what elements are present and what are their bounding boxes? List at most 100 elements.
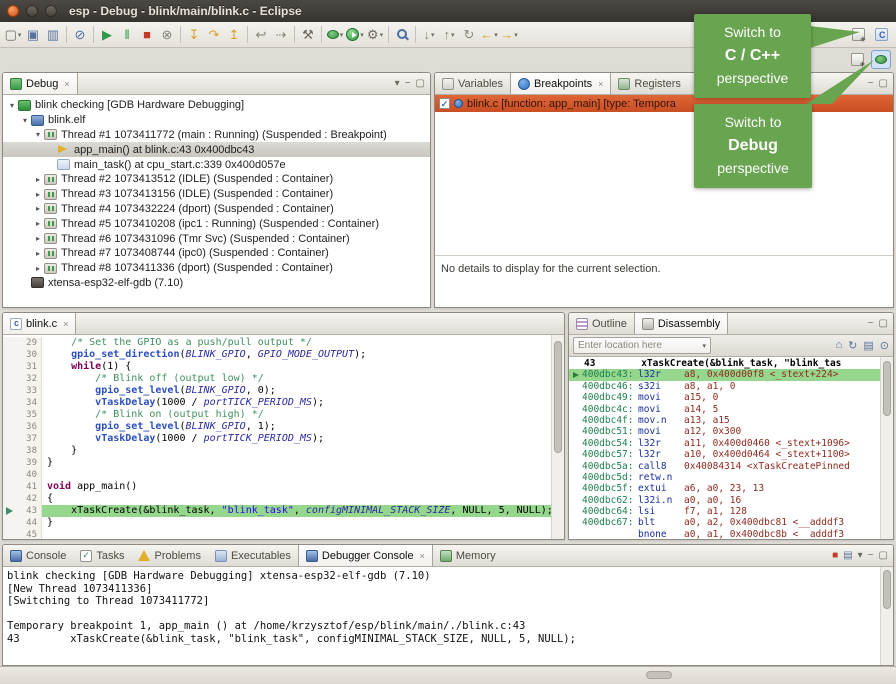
disassembly-line[interactable]: 400dbc46:s32ia8, a1, 0 [569,381,880,392]
disassembly-source-line[interactable]: 43 xTaskCreate(&blink_task, "blink_tas [569,358,880,369]
editor-annotation-margin[interactable] [3,337,16,349]
editor-vertical-scrollbar[interactable] [551,335,564,539]
disassembly-line[interactable]: 400dbc49:movia15, 0 [569,392,880,403]
debug-tree-item[interactable]: ▾blink checking [GDB Hardware Debugging] [3,98,430,113]
maximize-icon[interactable]: ▢ [416,79,425,89]
editor-annotation-margin[interactable] [3,433,16,445]
view-menu-icon[interactable]: ▾ [395,79,400,89]
dropdown-arrow-icon[interactable]: ▾ [380,31,384,39]
code-line[interactable]: 39} [3,457,551,469]
debug-tree-item[interactable]: ▸Thread #8 1073411336 (dport) (Suspended… [3,261,430,276]
tab-debug[interactable]: Debug× [3,73,78,94]
tab-tasks[interactable]: Tasks [73,545,131,566]
debug-tree-item[interactable]: ▾blink.elf [3,113,430,128]
display-selected-console-icon[interactable]: ▾ [858,551,863,561]
disassembly-line[interactable]: 400dbc43:l32ra8, 0x400d00f8 <_stext+224> [569,369,880,380]
dropdown-arrow-icon[interactable]: ▾ [18,31,22,39]
editor-annotation-margin[interactable] [3,445,16,457]
debug-tree-item[interactable]: ▸Thread #2 1073413512 (IDLE) (Suspended … [3,172,430,187]
debug-tree-item[interactable]: ▸Thread #5 1073410208 (ipc1 : Running) (… [3,216,430,231]
debug-tree-item[interactable]: main_task() at cpu_start.c:339 0x400d057… [3,157,430,172]
tab-problems[interactable]: Problems [131,545,207,566]
breakpoint-checkbox[interactable]: ✓ [439,98,450,109]
debug-tree-item[interactable]: ▸Thread #3 1073413156 (IDLE) (Suspended … [3,187,430,202]
disassembly-line[interactable]: 400dbc57:l32ra10, 0x400d0464 <_stext+110… [569,449,880,460]
debug-tree-item[interactable]: xtensa-esp32-elf-gdb (7.10) [3,276,430,291]
horizontal-scrollbar-thumb[interactable] [646,671,672,679]
code-line[interactable]: 40 [3,469,551,481]
tree-collapsed-arrow-icon[interactable]: ▸ [32,249,44,258]
save-all-button[interactable]: ▥ [43,24,63,46]
editor-annotation-margin[interactable] [3,505,16,517]
tree-expanded-arrow-icon[interactable]: ▾ [19,116,31,125]
editor-annotation-margin[interactable] [3,457,16,469]
debug-tree-item[interactable]: ▾Thread #1 1073411772 (main : Running) (… [3,128,430,143]
debug-tree-item[interactable]: ▸Thread #7 1073408744 (ipc0) (Suspended … [3,246,430,261]
run-button[interactable]: ▾ [345,24,365,46]
instruction-stepping-button[interactable]: ⇢ [271,24,291,46]
tab-memory[interactable]: Memory [433,545,503,566]
code-line[interactable]: 31 while(1) { [3,361,551,373]
minimize-icon[interactable]: − [868,551,874,561]
previous-annotation-button[interactable]: ↑▾ [439,24,459,46]
window-maximize-button[interactable] [45,5,57,17]
dropdown-arrow-icon[interactable]: ▾ [431,31,435,39]
editor-annotation-margin[interactable] [3,517,16,529]
search-button[interactable] [392,24,412,46]
code-line[interactable]: 32 /* Blink off (output low) */ [3,373,551,385]
drop-to-frame-button[interactable]: ↩ [251,24,271,46]
tree-collapsed-arrow-icon[interactable]: ▸ [32,234,44,243]
build-button[interactable]: ⚒ [298,24,318,46]
window-close-button[interactable] [7,5,19,17]
disassembly-line[interactable]: 400dbc4c:movia14, 5 [569,404,880,415]
close-icon[interactable]: × [63,319,68,329]
chevron-down-icon[interactable]: ▾ [702,342,706,350]
new-wizard-button[interactable]: ▢▾ [3,24,23,46]
disassembly-line[interactable]: 400dbc51:movia12, 0x300 [569,426,880,437]
tab-outline[interactable]: Outline [569,313,634,334]
maximize-icon[interactable]: ▢ [879,551,888,561]
last-edit-location-button[interactable]: ↻ [459,24,479,46]
editor-annotation-margin[interactable] [3,529,16,539]
scrollbar-thumb[interactable] [883,570,891,609]
sync-selection-icon[interactable]: ⊙ [880,339,889,352]
editor-annotation-margin[interactable] [3,469,16,481]
editor-annotation-margin[interactable] [3,481,16,493]
disconnect-button[interactable]: ⊗ [157,24,177,46]
location-combo[interactable]: Enter location here ▾ [573,337,711,354]
terminate-console-icon[interactable]: ■ [832,551,838,561]
disassembly-line[interactable]: 400dbc5f:extuia6, a0, 23, 13 [569,483,880,494]
tree-collapsed-arrow-icon[interactable]: ▸ [32,204,44,213]
editor-annotation-margin[interactable] [3,493,16,505]
dropdown-arrow-icon[interactable]: ▾ [494,31,498,39]
tree-collapsed-arrow-icon[interactable]: ▸ [32,264,44,273]
tree-expanded-arrow-icon[interactable]: ▾ [32,130,44,139]
editor-body[interactable]: 29 /* Set the GPIO as a push/pull output… [3,335,564,539]
code-line[interactable]: 33 gpio_set_level(BLINK_GPIO, 0); [3,385,551,397]
dropdown-arrow-icon[interactable]: ▾ [514,31,518,39]
resume-button[interactable]: ▶ [97,24,117,46]
step-return-button[interactable]: ↥ [224,24,244,46]
disassembly-vertical-scrollbar[interactable] [880,357,893,539]
tree-expanded-arrow-icon[interactable]: ▾ [6,101,18,110]
code-line[interactable]: 41void app_main() [3,481,551,493]
tree-collapsed-arrow-icon[interactable]: ▸ [32,219,44,228]
disassembly-line[interactable]: 400dbc5d:retw.n [569,472,880,483]
editor-annotation-margin[interactable] [3,349,16,361]
tree-collapsed-arrow-icon[interactable]: ▸ [32,175,44,184]
code-line[interactable]: 42{ [3,493,551,505]
refresh-icon[interactable]: ↻ [848,339,857,352]
disassembly-line[interactable]: 400dbc54:l32ra11, 0x400d0460 <_stext+109… [569,438,880,449]
tab-registers[interactable]: Registers [611,73,687,94]
console-output[interactable]: blink checking [GDB Hardware Debugging] … [7,570,880,665]
cpp-perspective-button[interactable] [871,24,891,46]
editor-annotation-margin[interactable] [3,385,16,397]
code-line[interactable]: 44} [3,517,551,529]
step-into-button[interactable]: ↧ [184,24,204,46]
terminate-button[interactable]: ■ [137,24,157,46]
close-icon[interactable]: × [64,79,69,89]
forward-button[interactable]: →▾ [499,24,519,46]
code-line[interactable]: 30 gpio_set_direction(BLINK_GPIO, GPIO_M… [3,349,551,361]
code-line[interactable]: 45 [3,529,551,539]
console-vertical-scrollbar[interactable] [880,567,893,665]
